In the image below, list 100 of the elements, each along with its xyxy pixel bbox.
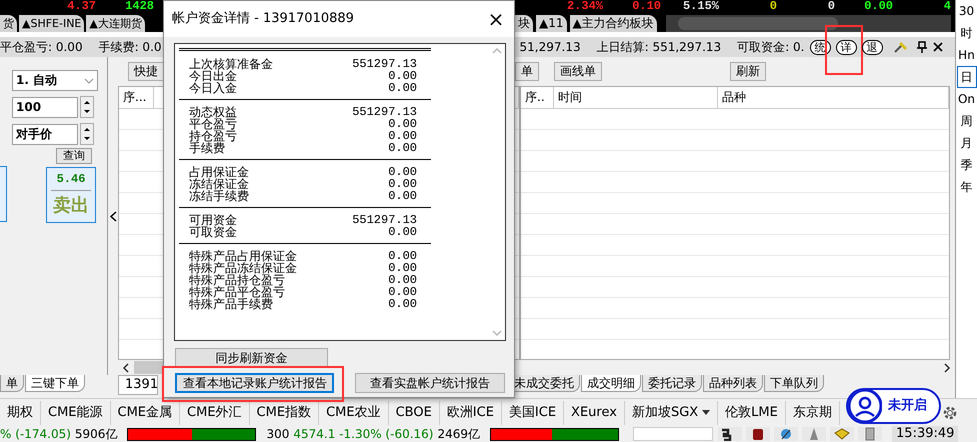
period-button[interactable]: 日 [956,66,976,88]
market-tab[interactable]: CME能源 [41,400,111,424]
ticker-text: 5906亿 [74,426,118,442]
report-label: 冻结保证金 [189,178,249,190]
period-button[interactable]: 时 [956,22,976,44]
report-value: 551297.13 [352,106,417,118]
assistant-badge[interactable]: 未开启 [846,388,941,424]
refresh-button[interactable]: 同步刷新资金 [175,348,328,368]
report-value: 0.00 [388,142,417,154]
clock-text: 15:39:49 [892,426,958,442]
report-label: 特殊产品持仓盈亏 [189,274,285,286]
period-button[interactable]: 季 [956,154,976,176]
bar-button[interactable]: 退 [862,40,882,54]
panel-tab[interactable]: 单 [0,375,24,392]
panel-tab[interactable]: 下单队列 [764,375,824,392]
report-label: 平仓盈亏 [189,118,237,130]
collapse-icon[interactable] [110,210,116,222]
tools-icon[interactable] [892,40,908,54]
market-tab[interactable]: CME外汇 [180,400,250,424]
report-label: 手续费 [189,142,225,154]
period-button[interactable]: 30 [956,0,976,22]
pin-icon[interactable] [916,41,926,53]
market-tab[interactable]: 美国ICE [502,400,564,424]
report-label: 可取资金 [189,226,237,238]
sell-button[interactable]: 5.46 卖出 [46,167,96,223]
account-field: 手续费: 0.0 [98,40,162,54]
status-field[interactable] [633,427,714,441]
quote-value: 0.10 [631,0,662,12]
period-button[interactable]: 年 [956,176,976,198]
dropdown-icon [702,410,710,415]
report-value: 551297.13 [352,58,417,70]
toolbar-button[interactable]: 刷新 [730,62,766,81]
report-value: 551297.13 [352,214,417,226]
ticker-text: % (-174.05) [0,426,71,442]
query-button[interactable]: 查询 [56,148,92,164]
report-value: 0.00 [388,274,417,286]
report-label: 今日入金 [189,82,237,94]
account-field: 51,297.13 [520,40,581,54]
market-tab[interactable]: CBOE [388,400,440,424]
period-button[interactable]: On [956,88,976,110]
report-label: 今日出金 [189,70,237,82]
panel-tab[interactable]: 三键下单 [25,375,85,392]
report-value: 0.00 [388,82,417,94]
report-value: 0.00 [388,226,417,238]
market-tab[interactable]: 东京期 [786,400,840,424]
toolbar-button[interactable]: 画线单 [554,62,602,81]
market-tab[interactable]: 伦敦LME [718,400,786,424]
panel-tab[interactable]: 品种列表 [703,375,763,392]
toolbar-button[interactable]: 快捷 [128,62,164,81]
sector-tab[interactable]: ▲SHFE-INE [19,15,84,32]
market-tab[interactable]: 新加坡SGX [624,400,718,424]
period-button[interactable]: 月 [956,132,976,154]
spinner-icon[interactable] [80,96,94,118]
market-tab[interactable]: 欧洲ICE [440,400,502,424]
report-value: 0.00 [388,262,417,274]
sector-tab[interactable]: ▲11 [536,15,566,32]
bar-button[interactable]: 详 [836,40,856,54]
column-header[interactable]: 时间 [554,87,718,108]
quote-value: 5.15% [682,0,720,12]
scrollbar[interactable] [666,15,951,32]
report-button[interactable]: 查看实盘帐户统计报告 [355,373,505,393]
market-tab[interactable]: 期权 [0,400,41,424]
account-tab[interactable]: 1391 [118,375,158,395]
account-field: 平仓盈亏: 0.00 [0,40,83,54]
close-icon[interactable] [932,42,942,52]
order-card[interactable] [0,166,7,222]
bar-button[interactable]: 统 [810,40,830,54]
report-label: 动态权益 [189,106,237,118]
ticker-text: 4574.1 -1.30% (-60.16) [293,426,434,442]
sector-tab[interactable]: ▲主力合约板块 [570,15,657,32]
sector-tab[interactable]: 货 [0,15,17,32]
quantity-field[interactable]: 100 [12,96,78,118]
period-button[interactable]: Hn [956,44,976,66]
toolbar-button[interactable]: 单 [515,62,539,81]
account-field: 上日结算: 551,297.13 [596,40,722,54]
column-header[interactable]: 序... [119,87,154,108]
period-button[interactable]: 周 [956,110,976,132]
panel-tab[interactable]: 成交明细 [581,375,641,392]
market-tab[interactable]: XEurex [564,400,625,424]
report-value: 0.00 [388,70,417,82]
report-value: 0.00 [388,190,417,202]
sector-tab[interactable]: ▲大连期货 [86,15,145,32]
market-tab[interactable]: CME金属 [110,400,180,424]
quote-value: 0.00 [863,0,894,12]
mode-select[interactable]: 1. 自动 [12,70,98,91]
dialog-title: 帐户资金详情 - 13917010889 [172,11,354,27]
report-label: 冻结手续费 [189,190,249,202]
column-header[interactable]: 品种 [718,87,949,108]
market-tab[interactable]: CME农业 [319,400,389,424]
market-tab[interactable]: CME指数 [250,400,320,424]
spinner-icon[interactable] [80,123,94,145]
report-value: 0.00 [388,166,417,178]
report-label: 特殊产品占用保证金 [189,250,297,262]
price-type-field[interactable]: 对手价 [12,124,78,144]
report-button[interactable]: 查看本地记录账户统计报告 [175,373,334,393]
column-header[interactable]: 序.. [521,87,554,108]
scroll-left-icon[interactable] [122,362,130,372]
panel-tab[interactable]: 委托记录 [642,375,702,392]
sector-tab[interactable]: 块 [515,15,533,32]
scroll-right-icon[interactable] [943,362,951,372]
